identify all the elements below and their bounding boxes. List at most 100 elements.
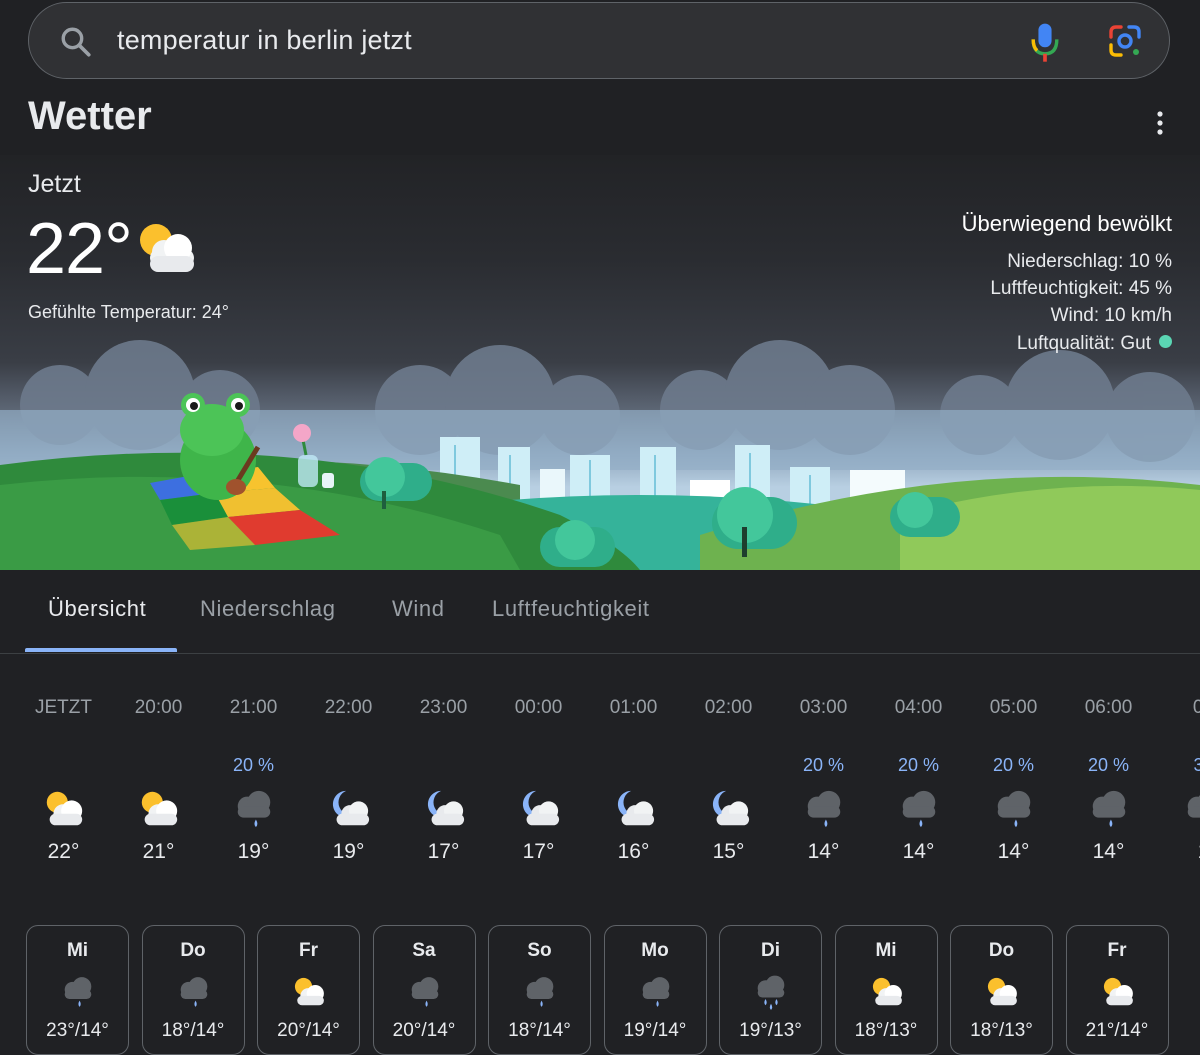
- day-temperature-range: 20°/14°: [277, 1020, 340, 1041]
- hour-temperature: 21°: [142, 840, 175, 863]
- tab-precipitation[interactable]: Niederschlag: [200, 596, 336, 622]
- microphone-icon[interactable]: [1029, 21, 1061, 63]
- partly-cloudy-sun-icon: [1103, 977, 1133, 1006]
- partly-cloudy-sun-icon: [46, 791, 83, 826]
- current-temperature: 22°: [26, 209, 133, 289]
- air-quality-detail: Luftqualität: Gut: [1017, 333, 1172, 355]
- day-name: Di: [761, 940, 780, 961]
- day-temperature-range: 21°/14°: [1085, 1020, 1149, 1041]
- hour-time: 02:00: [704, 697, 753, 718]
- daily-item[interactable]: Mi 18°/13°: [834, 925, 938, 1055]
- day-name: Mi: [66, 940, 89, 961]
- day-temperature-range: 20°/14°: [392, 1020, 456, 1041]
- wind-detail: Wind: 10 km/h: [1050, 305, 1172, 326]
- now-label: Jetzt: [28, 170, 81, 198]
- rain-cloud-icon: [1092, 790, 1126, 828]
- day-temperature-range: 23°/14°: [46, 1020, 109, 1041]
- day-name: So: [527, 940, 552, 961]
- rain-cloud-icon: [411, 977, 438, 1007]
- weather-condition: Überwiegend bewölkt: [961, 211, 1172, 236]
- day-temperature-range: 18°/13°: [970, 1020, 1033, 1041]
- tab-humidity[interactable]: Luftfeuchtigkeit: [492, 596, 650, 622]
- hour-time: 01:00: [609, 697, 658, 718]
- day-name: Fr: [1107, 940, 1127, 961]
- day-name: Mi: [875, 940, 897, 961]
- rain-cloud-icon: [237, 790, 271, 828]
- heavy-rain-cloud-icon: [757, 975, 785, 1010]
- day-name: Mo: [641, 940, 669, 961]
- hour-time: 20:00: [134, 697, 183, 718]
- daily-item[interactable]: Fr 21°/14°: [1065, 925, 1169, 1055]
- rain-cloud-icon: [64, 977, 92, 1007]
- cloudy-moon-icon: [712, 790, 750, 826]
- partly-cloudy-sun-icon: [141, 791, 178, 826]
- partly-cloudy-sun-icon: [872, 977, 902, 1006]
- day-name: Fr: [299, 940, 318, 961]
- hour-time: 03:00: [799, 697, 848, 718]
- daily-item[interactable]: Do 18°/14°: [141, 925, 245, 1055]
- search-bar[interactable]: temperatur in berlin jetzt: [28, 2, 1170, 79]
- hour-temperature: 14°: [902, 840, 935, 863]
- rain-cloud-icon: [180, 977, 207, 1007]
- hour-time: 05:00: [989, 697, 1038, 718]
- air-quality-label: Luftqualität: Gut: [1016, 333, 1151, 354]
- hour-precip-chance: 20 %: [232, 755, 275, 775]
- hour-time: 04:00: [894, 697, 943, 718]
- search-icon: [61, 27, 91, 57]
- hour-temperature: 19°: [237, 840, 270, 863]
- hour-temperature: 22°: [47, 840, 80, 863]
- search-input[interactable]: temperatur in berlin jetzt: [117, 25, 412, 56]
- hour-time: 07: [1192, 697, 1200, 718]
- hour-temperature: 19°: [332, 840, 365, 863]
- cloudy-moon-icon: [332, 790, 370, 826]
- google-lens-icon[interactable]: [1107, 23, 1143, 59]
- rain-cloud-icon: [526, 977, 554, 1007]
- day-temperature-range: 19°/14°: [623, 1020, 687, 1041]
- hour-precip-chance: 30: [1193, 755, 1200, 775]
- daily-item[interactable]: So 18°/14°: [488, 925, 591, 1055]
- day-temperature-range: 18°/14°: [508, 1020, 571, 1041]
- cloudy-moon-icon: [522, 790, 560, 826]
- hour-time: 06:00: [1084, 697, 1133, 718]
- rain-cloud-icon: [997, 790, 1031, 828]
- hour-temperature: 14°: [1092, 840, 1125, 863]
- daily-item[interactable]: Di 19°/13°: [719, 925, 822, 1055]
- hour-precip-chance: 20 %: [802, 755, 845, 775]
- active-tab-indicator: [25, 648, 177, 652]
- partly-cloudy-sun-icon: [294, 977, 324, 1006]
- daily-item[interactable]: Fr 20°/14°: [257, 925, 360, 1055]
- day-temperature-range: 18°/13°: [854, 1020, 918, 1041]
- tab-overview[interactable]: Übersicht: [48, 596, 146, 622]
- weather-title: Wetter: [28, 94, 152, 138]
- rain-cloud-icon: [642, 977, 669, 1007]
- hour-precip-chance: 20 %: [1087, 755, 1130, 775]
- precipitation-detail: Niederschlag: 10 %: [1007, 251, 1172, 272]
- daily-item[interactable]: Mo 19°/14°: [603, 925, 707, 1055]
- rain-cloud-icon: [902, 790, 936, 828]
- hour-time: JETZT: [35, 697, 92, 718]
- rain-cloud-icon: [1187, 794, 1200, 818]
- tab-wind[interactable]: Wind: [392, 596, 445, 622]
- hour-precip-chance: 20 %: [992, 755, 1035, 775]
- hour-temperature: 14°: [997, 840, 1030, 863]
- hour-time: 21:00: [229, 697, 278, 718]
- hour-temperature: 16°: [617, 840, 650, 863]
- hour-temperature: 1: [1156, 840, 1200, 864]
- feels-like-temperature: Gefühlte Temperatur: 24°: [28, 302, 229, 322]
- hour-temperature: 14°: [807, 840, 840, 863]
- hour-temperature: 17°: [427, 840, 460, 863]
- daily-item[interactable]: Do 18°/13°: [950, 925, 1053, 1055]
- rain-cloud-icon: [807, 790, 841, 828]
- daily-item[interactable]: Sa 20°/14°: [372, 925, 476, 1055]
- more-options-icon[interactable]: [1150, 108, 1170, 138]
- cloudy-moon-icon: [427, 790, 465, 826]
- hour-precip-chance: 20 %: [897, 755, 940, 775]
- weather-tabs: Übersicht Niederschlag Wind Luftfeuchtig…: [0, 570, 1200, 654]
- humidity-detail: Luftfeuchtigkeit: 45 %: [990, 278, 1172, 299]
- daily-item[interactable]: Mi 23°/14°: [26, 925, 129, 1055]
- air-quality-indicator-icon: [1159, 335, 1172, 349]
- hour-time: 23:00: [419, 697, 468, 718]
- day-temperature-range: 18°/14°: [161, 1020, 225, 1041]
- day-name: Do: [180, 940, 206, 961]
- hour-temperature: 15°: [712, 840, 745, 863]
